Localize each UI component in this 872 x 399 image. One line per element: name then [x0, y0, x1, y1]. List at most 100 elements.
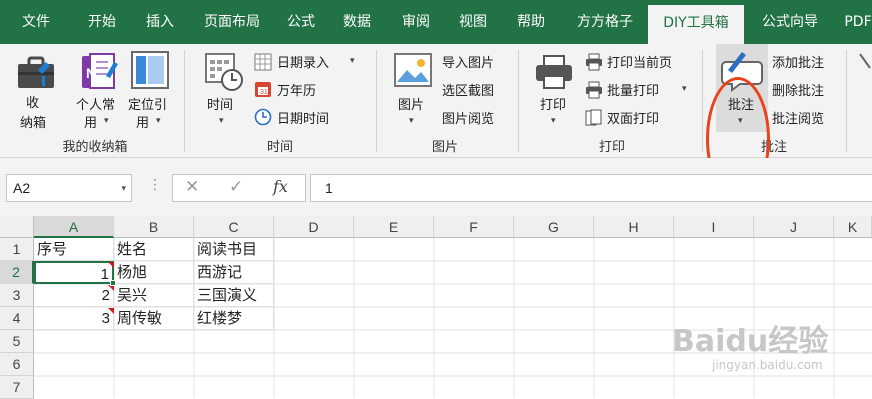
chevron-down-icon: ▾ — [682, 84, 687, 94]
column-header[interactable]: A — [34, 216, 114, 238]
column-header[interactable]: D — [274, 216, 354, 238]
spreadsheet-grid: A B C D E F G H I J K 1 2 3 4 5 6 7 序号 姓… — [0, 216, 872, 399]
tab-home[interactable]: 开始 — [72, 0, 132, 44]
position-ref-label-2: 用 — [136, 116, 150, 131]
cell-a1[interactable]: 序号 — [34, 238, 114, 261]
drag-handle-icon[interactable]: ⋮ — [148, 177, 162, 193]
row-header[interactable]: 1 — [0, 238, 34, 261]
column-header[interactable]: I — [674, 216, 754, 238]
column-header[interactable]: F — [434, 216, 514, 238]
tab-insert[interactable]: 插入 — [132, 0, 188, 44]
svg-text:N: N — [86, 65, 96, 81]
tab-file[interactable]: 文件 — [4, 0, 68, 44]
cell-a2[interactable]: 1 — [34, 261, 114, 284]
duplex-print-label: 双面打印 — [607, 112, 660, 127]
cell-c2[interactable]: 西游记 — [194, 261, 274, 284]
browse-comment-button[interactable]: 批注阅览 — [772, 108, 824, 127]
ribbon-tab-bar: 文件 开始 插入 页面布局 公式 数据 审阅 视图 帮助 方方格子 DIY工具箱… — [0, 0, 872, 44]
row-header[interactable]: 4 — [0, 307, 34, 330]
tab-data[interactable]: 数据 — [330, 0, 384, 44]
name-box[interactable]: A2 ▾ — [6, 174, 132, 202]
cell-c4[interactable]: 红楼梦 — [194, 307, 274, 330]
print-current-page-label: 打印当前页 — [607, 56, 673, 71]
printer-icon — [536, 55, 572, 89]
chevron-down-icon: ▾ — [104, 116, 109, 126]
cell-b3[interactable]: 吴兴 — [114, 284, 194, 307]
cell-b2[interactable]: 杨旭 — [114, 261, 194, 284]
select-all-corner[interactable] — [0, 216, 34, 238]
panel-layout-icon — [131, 51, 169, 89]
cell-c3[interactable]: 三国演义 — [194, 284, 274, 307]
fill-handle[interactable] — [110, 280, 116, 286]
batch-print-label: 批量打印 — [607, 84, 660, 99]
column-header[interactable]: B — [114, 216, 194, 238]
chevron-down-icon[interactable]: ▾ — [121, 175, 126, 201]
column-header[interactable]: G — [514, 216, 594, 238]
enter-icon[interactable]: ✓ — [229, 177, 243, 197]
column-header[interactable]: H — [594, 216, 674, 238]
group-separator — [846, 50, 847, 152]
tab-pdf[interactable]: PDF — [838, 0, 872, 44]
calendar-icon: 31 — [255, 82, 271, 97]
group-separator — [518, 50, 519, 152]
tab-formula-wizard[interactable]: 公式向导 — [750, 0, 830, 44]
print-label: 打印 — [540, 98, 567, 113]
date-entry-label: 日期录入 — [277, 56, 330, 71]
formula-input[interactable]: 1 — [310, 174, 872, 202]
group-separator — [184, 50, 185, 152]
table-grid-icon — [254, 53, 272, 71]
formula-bar: A2 ▾ ⋮ ✕ ✓ fx 1 — [0, 158, 872, 216]
duplex-page-icon — [585, 109, 602, 126]
group-separator — [702, 50, 703, 152]
delete-comment-button[interactable]: 删除批注 — [772, 80, 824, 99]
row-header[interactable]: 6 — [0, 353, 34, 376]
cancel-icon[interactable]: ✕ — [185, 177, 199, 197]
group-label-print: 打印 — [598, 140, 625, 155]
chevron-down-icon: ▾ — [551, 116, 556, 126]
column-header[interactable]: K — [834, 216, 872, 238]
chevron-down-icon: ▾ — [156, 116, 161, 126]
insert-function-button[interactable]: fx — [273, 177, 288, 196]
svg-text:31: 31 — [260, 89, 268, 96]
row-header[interactable]: 3 — [0, 284, 34, 307]
column-header[interactable]: E — [354, 216, 434, 238]
cell-b1[interactable]: 姓名 — [114, 238, 194, 261]
chevron-down-icon: ▾ — [350, 56, 355, 66]
tab-page-layout[interactable]: 页面布局 — [192, 0, 272, 44]
import-picture-button[interactable]: 导入图片 — [442, 52, 494, 71]
add-comment-button[interactable]: 添加批注 — [772, 52, 824, 71]
cell-b4[interactable]: 周传敏 — [114, 307, 194, 330]
picture-icon — [394, 53, 432, 87]
time-label: 时间 — [207, 98, 234, 113]
personal-common-label-1: 个人常 — [76, 98, 116, 113]
tab-fangfang-gezi[interactable]: 方方格子 — [564, 0, 646, 44]
cell-a4[interactable]: 3 — [34, 307, 114, 330]
ribbon-panel: 收 纳箱 N 个人常 用 ▾ 定位引 用 ▾ 我的收纳箱 时间 ▾ 日期录入 ▾… — [0, 44, 872, 201]
column-header[interactable]: C — [194, 216, 274, 238]
comment-indicator[interactable] — [108, 308, 114, 314]
column-header[interactable]: J — [754, 216, 834, 238]
tab-view[interactable]: 视图 — [446, 0, 500, 44]
tab-review[interactable]: 审阅 — [390, 0, 442, 44]
watermark-url: jingyan.baidu.com — [712, 358, 823, 372]
region-capture-button[interactable]: 选区截图 — [442, 80, 494, 99]
cell-a3[interactable]: 2 — [34, 284, 114, 307]
chevron-down-icon: ▾ — [219, 116, 224, 126]
tab-diy-toolbox[interactable]: DIY工具箱 — [648, 5, 744, 44]
picture-label: 图片 — [398, 98, 425, 113]
group-label-shounaxiang: 我的收纳箱 — [62, 140, 128, 155]
onenote-icon: N — [82, 53, 118, 89]
shounaxiang-label-2: 纳箱 — [20, 116, 47, 131]
picture-browse-button[interactable]: 图片阅览 — [442, 108, 494, 127]
batch-printer-icon — [586, 81, 602, 99]
row-header[interactable]: 7 — [0, 376, 34, 399]
shounaxiang-label-1: 收 — [26, 96, 40, 111]
row-header[interactable]: 5 — [0, 330, 34, 353]
partial-tool-icon — [859, 53, 871, 69]
tab-help[interactable]: 帮助 — [504, 0, 558, 44]
row-header[interactable]: 2 — [0, 261, 34, 284]
cell-c1[interactable]: 阅读书目 — [194, 238, 274, 261]
group-separator — [376, 50, 377, 152]
comment-indicator[interactable] — [108, 262, 114, 268]
tab-formulas[interactable]: 公式 — [276, 0, 326, 44]
